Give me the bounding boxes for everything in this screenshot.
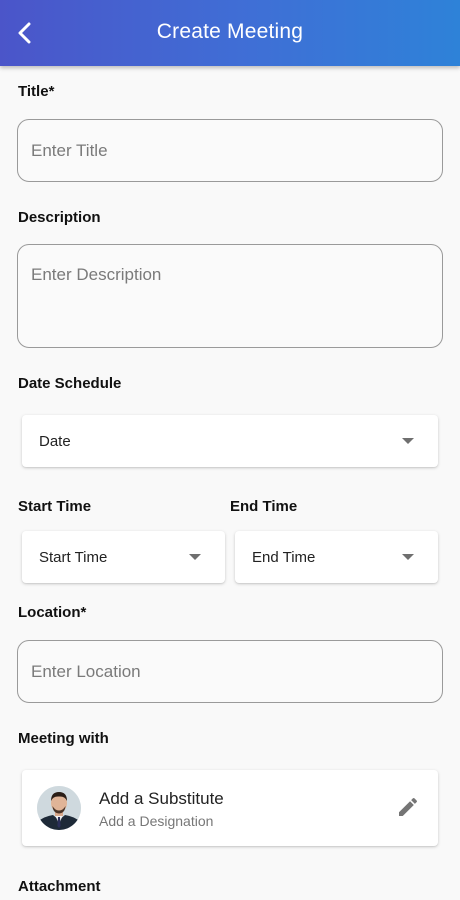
description-label: Description <box>18 209 101 226</box>
start-time-dropdown[interactable]: Start Time <box>22 531 225 583</box>
title-label: Title* <box>18 83 55 100</box>
caret-down-icon <box>189 554 201 560</box>
caret-down-icon <box>402 438 414 444</box>
person-avatar-icon <box>37 786 81 830</box>
end-time-label: End Time <box>230 498 298 515</box>
location-input[interactable] <box>17 640 443 703</box>
pencil-icon <box>399 797 418 816</box>
back-button[interactable] <box>10 17 40 49</box>
location-label: Location* <box>18 604 87 621</box>
chevron-left-icon <box>18 22 31 44</box>
end-time-dropdown[interactable]: End Time <box>235 531 438 583</box>
page-title: Create Meeting <box>156 20 304 43</box>
member-designation: Add a Designation <box>99 813 214 829</box>
avatar <box>37 786 81 830</box>
start-time-dropdown-value: Start Time <box>39 548 108 566</box>
edit-button[interactable] <box>396 795 422 821</box>
app-bar: Create Meeting <box>0 0 460 66</box>
date-dropdown[interactable]: Date <box>22 415 438 467</box>
date-dropdown-value: Date <box>39 432 71 450</box>
member-name: Add a Substitute <box>99 789 224 808</box>
meeting-with-label: Meeting with <box>18 730 109 747</box>
description-input[interactable] <box>17 244 443 348</box>
date-schedule-label: Date Schedule <box>18 375 122 392</box>
caret-down-icon <box>402 554 414 560</box>
attachment-label: Attachment <box>18 878 101 895</box>
member-card[interactable]: Add a Substitute Add a Designation <box>22 770 438 846</box>
end-time-dropdown-value: End Time <box>252 548 316 566</box>
title-input[interactable] <box>17 119 443 182</box>
start-time-label: Start Time <box>18 498 92 515</box>
